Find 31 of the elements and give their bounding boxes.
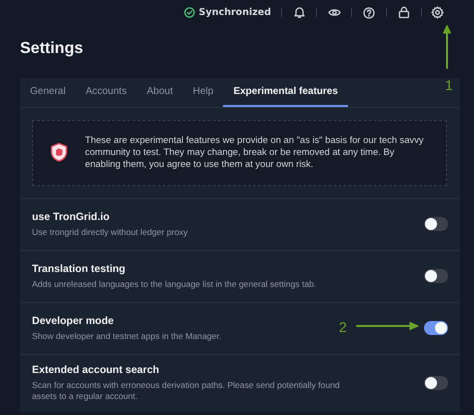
tab[interactable]: General [30, 78, 76, 107]
toggle-switch[interactable] [424, 376, 448, 390]
setting-title: Extended account search [32, 364, 160, 376]
setting-title: Translation testing [32, 262, 126, 274]
setting-description: Scan for accounts with erroneous derivation paths. Please send potentially found assets to a regular account. [32, 380, 341, 402]
lock-icon[interactable] [398, 6, 410, 19]
annotation-number: 1 [445, 77, 453, 93]
toggle-switch[interactable] [424, 321, 448, 335]
annotation-arrow [443, 24, 451, 69]
setting-title: Developer mode [32, 314, 115, 326]
notification-icon[interactable] [292, 6, 306, 19]
settings-icon[interactable] [430, 6, 444, 19]
tab[interactable]: About [136, 78, 183, 107]
setting-title: use TronGrid.io [32, 210, 111, 222]
annotation-arrow [356, 322, 419, 330]
notice-text: These are experimental features we provide on an "as is" basis for our tech savvy community to test. They may change, break or be removed at any time. By enabling them, you agree to use them at your own risk. [85, 134, 425, 170]
help-icon[interactable] [363, 6, 375, 18]
toggle-switch[interactable] [424, 269, 448, 283]
shield-icon [49, 142, 69, 162]
tab[interactable]: Help [182, 78, 224, 107]
tab[interactable]: Accounts [76, 78, 137, 107]
setting-description: Use trongrid directly without ledger proxy [32, 226, 189, 238]
toggle-switch[interactable] [424, 217, 448, 231]
eye-icon[interactable] [328, 7, 340, 18]
sync-status: Synchronized [198, 7, 271, 18]
setting-description: Show developer and testnet apps in the Manager. [32, 330, 222, 342]
tab[interactable]: Experimental features [223, 78, 348, 107]
setting-description: Adds unreleased languages to the language list in the general settings tab. [32, 278, 318, 290]
page-title: Settings [20, 40, 84, 59]
annotation-number: 2 [339, 319, 347, 335]
check-circle-icon [184, 7, 195, 18]
